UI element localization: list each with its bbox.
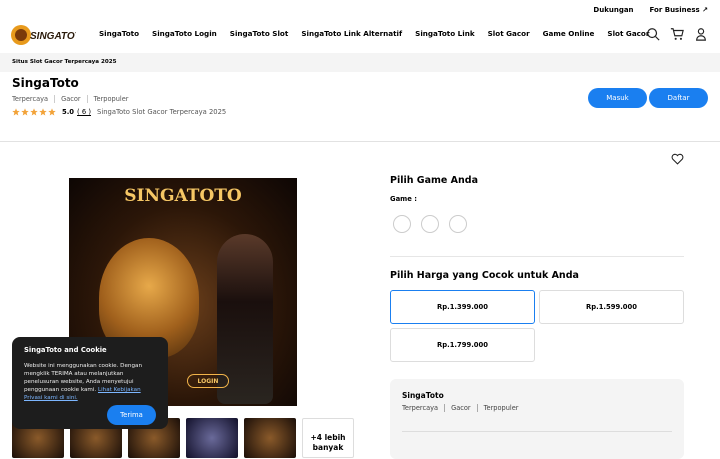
game-section-title: Pilih Game Anda: [390, 175, 478, 186]
nav-slot-gacor[interactable]: Slot Gacor: [488, 29, 530, 38]
more-thumbnails-button[interactable]: +4 lebih banyak: [302, 418, 354, 458]
user-icon[interactable]: [694, 27, 708, 41]
summary-tag: Terpercaya: [402, 404, 439, 412]
search-icon[interactable]: [646, 27, 660, 41]
main-nav: SingaToto SingaToto Login SingaToto Slot…: [99, 29, 649, 38]
price-section-title: Pilih Harga yang Cocok untuk Anda: [390, 270, 579, 281]
header-icons: [646, 27, 708, 41]
tag-terpercaya: Terpercaya: [12, 95, 49, 103]
product-tags: Terpercaya Gacor Terpopuler: [12, 95, 134, 103]
nav-game-online[interactable]: Game Online: [543, 29, 595, 38]
thumbnail[interactable]: [186, 418, 238, 458]
game-option[interactable]: [421, 215, 439, 233]
divider: [390, 256, 684, 257]
cookie-text: Website ini menggunakan cookie. Dengan m…: [24, 362, 156, 402]
login-button[interactable]: Masuk: [588, 88, 647, 108]
rating-score: 5.0: [62, 108, 75, 116]
tag-terpopuler: Terpopuler: [86, 95, 135, 103]
price-option-1399000[interactable]: Rp.1.399.000: [390, 290, 535, 324]
singatoto-logo[interactable]: SINGATOTO: [10, 20, 76, 48]
for-business-link[interactable]: For Business ↗: [650, 6, 708, 14]
tag-gacor: Gacor: [54, 95, 87, 103]
game-option[interactable]: [393, 215, 411, 233]
price-option-1599000[interactable]: Rp.1.599.000: [539, 290, 684, 324]
summary-card: SingaToto Terpercaya Gacor Terpopuler: [390, 379, 684, 459]
top-links: Dukungan For Business ↗: [593, 6, 708, 14]
cookie-accept-button[interactable]: Terima: [107, 405, 156, 425]
rating-row: 5.0 ( 6 ) SingaToto Slot Gacor Terpercay…: [12, 108, 226, 116]
game-option[interactable]: [449, 215, 467, 233]
breadcrumb: Situs Slot Gacor Terpercaya 2025: [0, 53, 720, 72]
product-subtitle: SingaToto Slot Gacor Terpercaya 2025: [97, 108, 227, 116]
star-icon: [21, 108, 29, 116]
nav-singatoto-slot[interactable]: SingaToto Slot: [230, 29, 289, 38]
rating-stars: [12, 108, 56, 116]
star-icon: [39, 108, 47, 116]
register-button[interactable]: Daftar: [649, 88, 708, 108]
cookie-title: SingaToto and Cookie: [24, 346, 107, 354]
summary-divider: [402, 431, 672, 432]
nav-singatoto[interactable]: SingaToto: [99, 29, 139, 38]
price-option-1799000[interactable]: Rp.1.799.000: [390, 328, 535, 362]
star-icon: [48, 108, 56, 116]
summary-tag: Gacor: [444, 404, 477, 412]
summary-tag: Terpopuler: [476, 404, 525, 412]
hero-login-badge: LOGIN: [187, 374, 229, 388]
summary-tags: Terpercaya Gacor Terpopuler: [402, 404, 672, 412]
hero-brand-text: SINGATOTO: [124, 186, 242, 206]
nav-singatoto-login[interactable]: SingaToto Login: [152, 29, 217, 38]
cart-icon[interactable]: [670, 27, 684, 41]
support-link[interactable]: Dukungan: [593, 6, 633, 14]
thumbnail[interactable]: [244, 418, 296, 458]
star-icon: [30, 108, 38, 116]
cookie-banner: SingaToto and Cookie Website ini menggun…: [12, 337, 168, 429]
rating-count[interactable]: ( 6 ): [77, 108, 91, 116]
nav-singatoto-link[interactable]: SingaToto Link: [415, 29, 474, 38]
summary-title: SingaToto: [402, 391, 444, 400]
svg-text:SINGATOTO: SINGATOTO: [30, 31, 76, 42]
game-label: Game :: [390, 195, 417, 203]
star-icon: [12, 108, 20, 116]
game-options: [393, 215, 467, 233]
nav-slot-gacor-2[interactable]: Slot Gacor: [607, 29, 649, 38]
page-title: SingaToto: [12, 76, 79, 90]
site-header: SINGATOTO Dukungan For Business ↗ SingaT…: [0, 0, 720, 54]
product-info: SingaToto Terpercaya Gacor Terpopuler 5.…: [0, 72, 720, 142]
nav-link-alternatif[interactable]: SingaToto Link Alternatif: [301, 29, 402, 38]
heart-icon[interactable]: [671, 153, 684, 165]
